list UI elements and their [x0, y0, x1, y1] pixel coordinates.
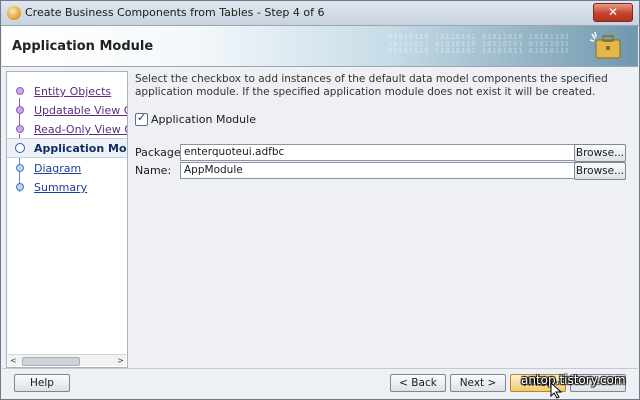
next-button[interactable]: Next > — [450, 374, 506, 392]
nav-horizontal-scrollbar[interactable]: < > — [8, 354, 126, 366]
scrollbar-thumb[interactable] — [22, 357, 80, 366]
application-module-checkbox[interactable]: ✓ — [135, 111, 148, 126]
nav-step-updatable-view-objects[interactable]: Updatable View Objects — [7, 101, 127, 119]
page-title: Application Module — [12, 39, 154, 54]
footer-divider — [2, 368, 638, 369]
nav-step-application-module[interactable]: Application Module — [7, 138, 127, 158]
wizard-content: Select the checkbox to add instances of … — [133, 71, 629, 366]
help-button[interactable]: Help — [14, 374, 70, 392]
nav-step-entity-objects[interactable]: Entity Objects — [7, 82, 127, 100]
nav-step-summary[interactable]: Summary — [7, 178, 127, 196]
step-node-icon — [16, 125, 24, 133]
scroll-left-icon[interactable]: < — [8, 355, 19, 366]
step-node-icon — [16, 87, 24, 95]
checkbox-label: Application Module — [151, 113, 256, 126]
package-label: Package: — [135, 146, 185, 159]
app-icon — [7, 6, 21, 20]
step-node-icon — [16, 183, 24, 191]
wizard-header: Application Module 01010110 10110101 010… — [2, 26, 638, 67]
close-button[interactable]: ✕ — [593, 3, 633, 22]
instruction-text: Select the checkbox to add instances of … — [135, 73, 608, 98]
watermark-text: antop.tistory.com — [521, 373, 626, 387]
step-node-icon — [16, 106, 24, 114]
name-browse-button[interactable]: Browse... — [574, 162, 626, 180]
checkmark-icon: ✓ — [137, 111, 147, 124]
step-node-icon — [16, 164, 24, 172]
mouse-cursor-icon — [550, 382, 563, 399]
scroll-right-icon[interactable]: > — [115, 355, 126, 366]
nav-step-read-only-view-objects[interactable]: Read-Only View Objects — [7, 120, 127, 138]
title-bar[interactable]: Create Business Components from Tables -… — [1, 1, 639, 26]
nav-step-diagram[interactable]: Diagram — [7, 159, 127, 177]
name-input[interactable]: AppModule — [180, 162, 578, 179]
window-title: Create Business Components from Tables -… — [25, 6, 325, 19]
step-node-icon — [15, 143, 25, 153]
package-browse-button[interactable]: Browse... — [574, 144, 626, 162]
name-label: Name: — [135, 164, 172, 177]
wizard-window: Create Business Components from Tables -… — [0, 0, 640, 400]
briefcase-icon — [589, 31, 621, 59]
back-button[interactable]: < Back — [390, 374, 446, 392]
wizard-steps-nav: Entity Objects Updatable View Objects Re… — [6, 71, 128, 368]
package-input[interactable]: enterquoteui.adfbc — [180, 144, 578, 161]
header-decoration: 01010110 10110101 01011010 10101101 0110… — [388, 34, 568, 55]
